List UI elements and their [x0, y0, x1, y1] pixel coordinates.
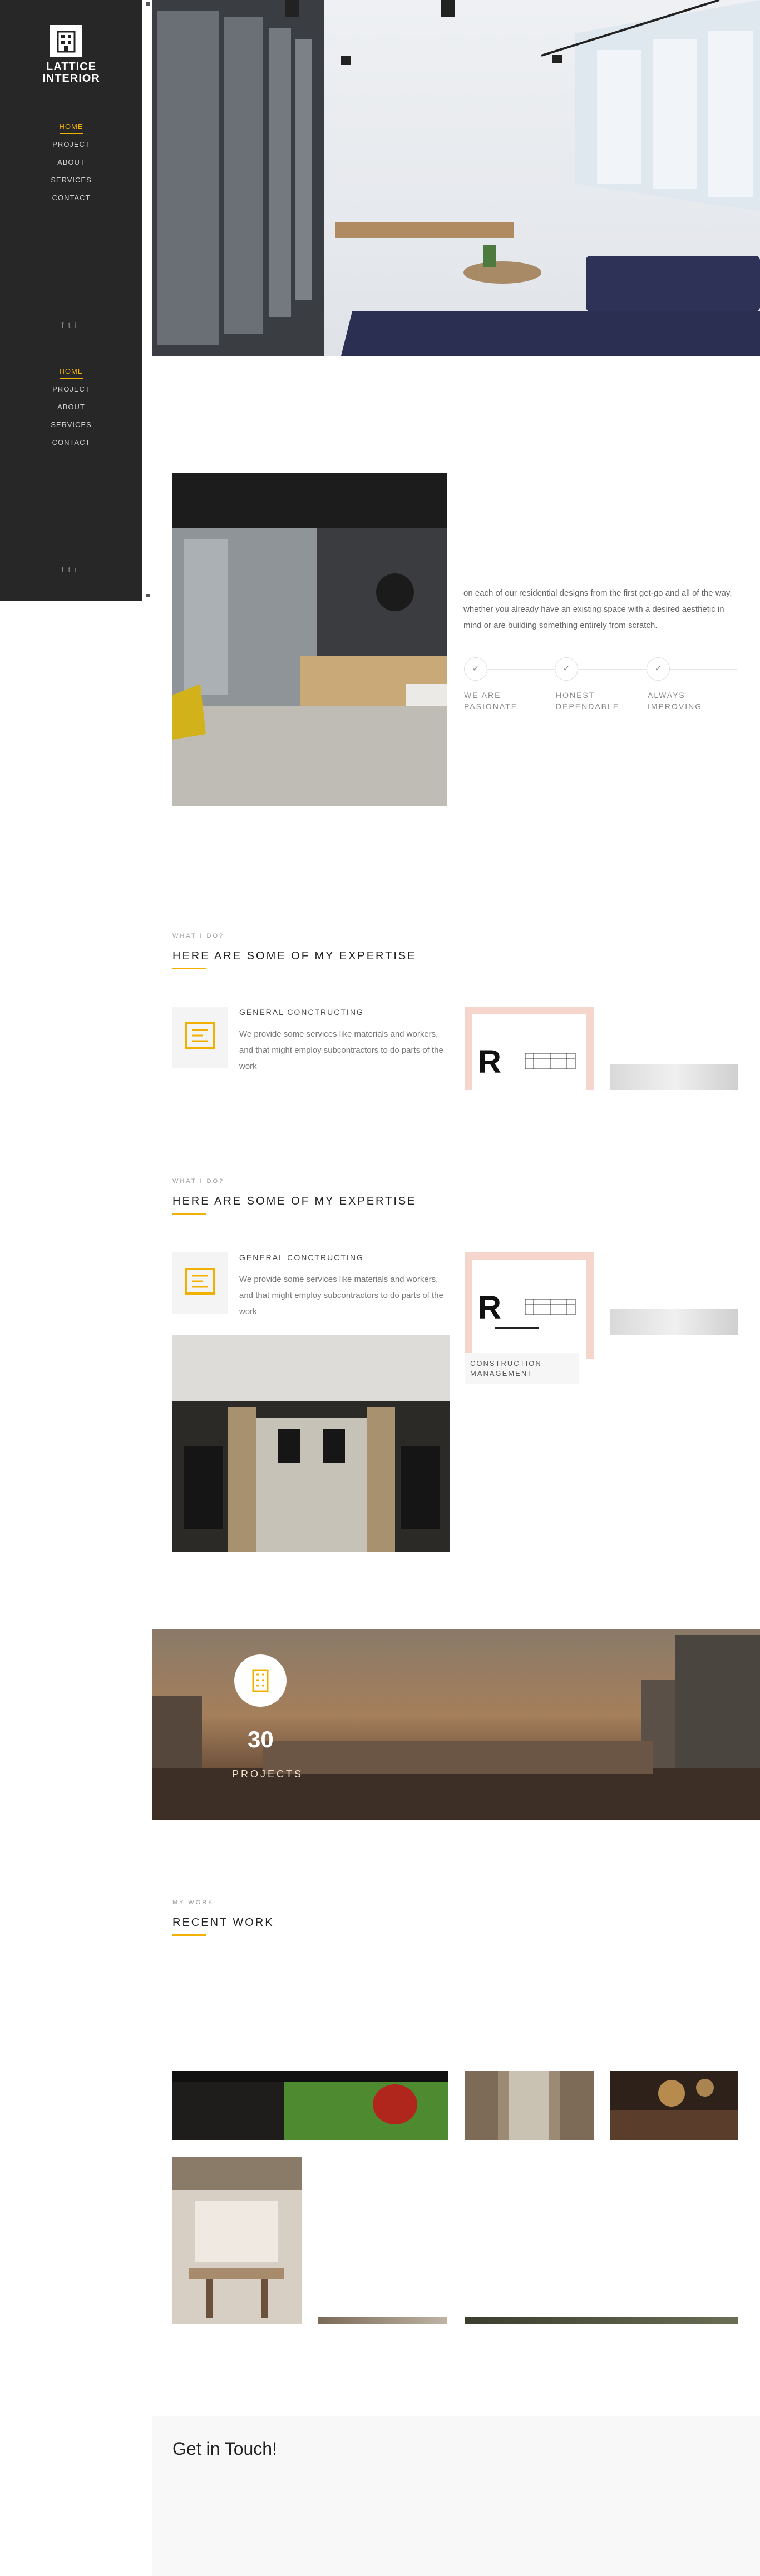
work-kicker: MY WORK: [172, 1899, 214, 1906]
logo-svg: [57, 31, 76, 53]
heading-underline: [172, 1934, 206, 1936]
heading-underline: [172, 1213, 206, 1215]
check-icon: ✓: [555, 657, 578, 681]
work-thumb-2: [465, 2071, 594, 2140]
nav-item-services[interactable]: SERVICES: [0, 171, 142, 189]
nav-item-home[interactable]: HOME: [0, 118, 142, 136]
service-title: GENERAL CONCTRUCTING: [239, 1008, 364, 1017]
projects-label: PROJECTS: [232, 1768, 304, 1780]
feature-improving: ALWAYS IMPROVING: [648, 691, 703, 711]
about-text: on each of our residential designs from …: [463, 588, 732, 630]
expertise-heading-2: HERE ARE SOME OF MY EXPERTISE: [172, 1195, 417, 1207]
instagram-icon[interactable]: i: [75, 565, 81, 574]
scroll-down-icon[interactable]: [146, 594, 150, 597]
work-item[interactable]: [465, 2317, 738, 2324]
about-image: [172, 473, 447, 806]
card-caption: CONSTRUCTION MANAGEMENT: [470, 1359, 542, 1378]
nav-item-services-2[interactable]: SERVICES: [0, 416, 142, 434]
blueprint-icon: [172, 1252, 228, 1314]
work-thumb-3: [610, 2079, 738, 2140]
r-logo-sketch: R: [478, 1290, 576, 1329]
service-text-2: We provide some services like materials …: [239, 1275, 443, 1316]
nav-item-contact[interactable]: CONTACT: [0, 189, 142, 207]
feature-passionate: WE ARE PASIONATE: [464, 691, 518, 711]
hero-illustration: [152, 0, 760, 356]
work-item[interactable]: [172, 2157, 302, 2324]
service-image-thumb: [610, 1064, 738, 1090]
contact-section: Get in Touch!: [152, 2416, 760, 2576]
construction-card-caption: CONSTRUCTION MANAGEMENT: [465, 1353, 579, 1384]
brand-line2: INTERIOR: [42, 72, 100, 85]
service-card-2[interactable]: R: [465, 1252, 594, 1359]
brand-line1: LATTICE: [46, 61, 96, 73]
check-icon: ✓: [647, 657, 670, 681]
work-heading: RECENT WORK: [172, 1916, 274, 1929]
facebook-icon[interactable]: f: [62, 565, 68, 574]
work-item[interactable]: [318, 2317, 447, 2324]
expertise-kicker: WHAT I DO?: [172, 933, 225, 939]
service-title-2: GENERAL CONCTRUCTING: [239, 1253, 364, 1262]
heading-underline: [172, 968, 206, 969]
nav-item-about[interactable]: ABOUT: [0, 153, 142, 171]
twitter-icon[interactable]: t: [68, 565, 75, 574]
work-thumb-4: [172, 2157, 302, 2318]
service-card[interactable]: R: [465, 1007, 594, 1090]
nav-item-about-2[interactable]: ABOUT: [0, 398, 142, 416]
scroll-up-icon[interactable]: [146, 2, 150, 6]
social-links-2: fti: [0, 565, 142, 574]
expertise-kicker-2: WHAT I DO?: [172, 1178, 225, 1185]
work-item[interactable]: [465, 2071, 594, 2140]
logo-building-icon[interactable]: [50, 25, 82, 57]
office-desks-image: [172, 1335, 450, 1552]
projects-counter-banner: 30 PROJECTS: [152, 1629, 760, 1820]
nav-item-contact-2[interactable]: CONTACT: [0, 434, 142, 452]
nav-item-home-2[interactable]: HOME: [0, 363, 142, 380]
twitter-icon[interactable]: t: [68, 320, 75, 329]
main-nav: HOME PROJECT ABOUT SERVICES CONTACT: [0, 118, 142, 207]
hero-image: [152, 0, 760, 356]
blueprint-icon: [172, 1007, 228, 1068]
social-links: fti: [0, 320, 142, 329]
r-logo-sketch: R: [478, 1044, 576, 1080]
feature-divider: [465, 669, 737, 670]
office-desks-illustration: [172, 1335, 450, 1552]
expertise-heading: HERE ARE SOME OF MY EXPERTISE: [172, 950, 417, 962]
svg-text:R: R: [478, 1290, 501, 1326]
service-image-thumb-2: [610, 1309, 738, 1335]
sidebar: LATTICE INTERIOR HOME PROJECT ABOUT SERV…: [0, 0, 142, 601]
check-icon: ✓: [464, 657, 487, 681]
main-nav-repeat: HOME PROJECT ABOUT SERVICES CONTACT: [0, 363, 142, 452]
service-text: We provide some services like materials …: [239, 1029, 443, 1071]
contact-title: Get in Touch!: [172, 2439, 277, 2459]
svg-text:R: R: [478, 1044, 501, 1080]
work-item[interactable]: [610, 2071, 738, 2140]
nav-item-project[interactable]: PROJECT: [0, 136, 142, 153]
facebook-icon[interactable]: f: [62, 320, 68, 329]
office-reception-illustration: [172, 473, 447, 806]
projects-count: 30: [248, 1726, 274, 1752]
work-item[interactable]: [172, 2071, 448, 2140]
instagram-icon[interactable]: i: [75, 320, 81, 329]
work-thumb-1: [172, 2071, 448, 2140]
nav-item-project-2[interactable]: PROJECT: [0, 380, 142, 398]
feature-honest: HONEST DEPENDABLE: [556, 691, 620, 711]
building-icon: [234, 1654, 287, 1707]
